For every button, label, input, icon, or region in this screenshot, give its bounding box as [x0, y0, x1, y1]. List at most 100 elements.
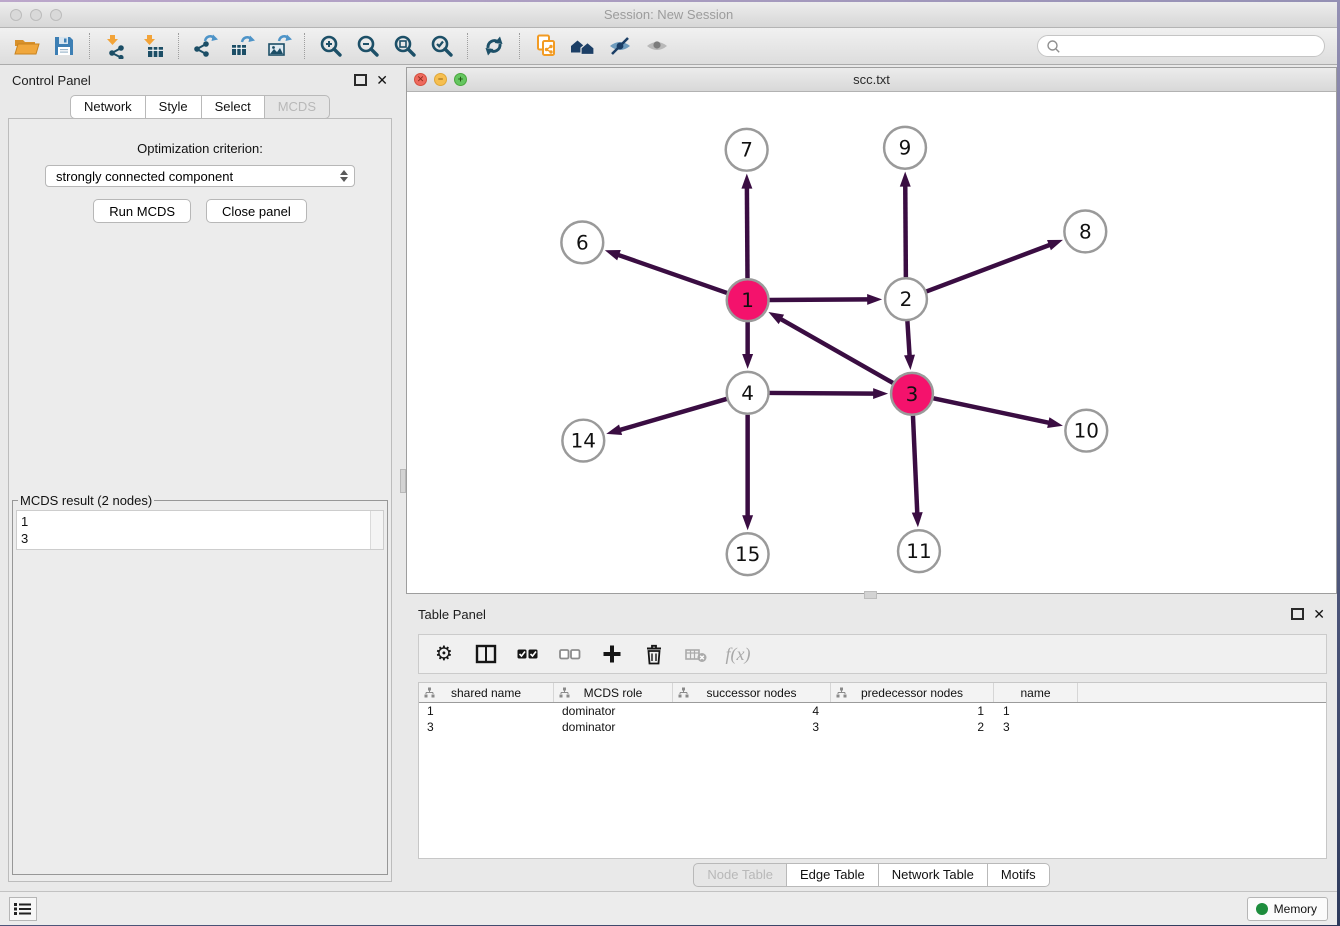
- graph-edge-1-2[interactable]: [770, 299, 870, 300]
- tab-mcds[interactable]: MCDS: [265, 95, 330, 119]
- delete-table-button[interactable]: [683, 641, 709, 667]
- network-minimize-button[interactable]: −: [434, 73, 447, 86]
- delete-column-button[interactable]: [641, 641, 667, 667]
- tree-sort-icon: [678, 687, 689, 698]
- graph-node-label: 8: [1079, 220, 1092, 243]
- tab-node-table[interactable]: Node Table: [693, 863, 787, 887]
- zoom-window-button[interactable]: [50, 9, 62, 21]
- column-header-shared-name[interactable]: shared name: [419, 683, 554, 702]
- network-graph-svg[interactable]: 1234678910111415: [407, 92, 1336, 593]
- graph-edge-3-11[interactable]: [913, 416, 917, 515]
- export-image-button[interactable]: [260, 31, 297, 61]
- result-scrollbar-track[interactable]: [370, 511, 383, 549]
- divider-handle[interactable]: [400, 469, 406, 493]
- add-column-button[interactable]: [599, 641, 625, 667]
- cell-name[interactable]: 3: [994, 720, 1078, 734]
- graph-edge-4-3[interactable]: [770, 393, 876, 394]
- close-table-panel-button[interactable]: ✕: [1313, 607, 1325, 621]
- first-neighbors-button[interactable]: [564, 31, 601, 61]
- close-window-button[interactable]: [10, 9, 22, 21]
- criterion-select[interactable]: strongly connected component: [45, 165, 355, 187]
- column-header-mcds-role[interactable]: MCDS role: [554, 683, 673, 702]
- task-history-button[interactable]: [9, 897, 37, 921]
- graph-edge-1-6[interactable]: [617, 255, 727, 293]
- table-panel: Table Panel ✕ ⚙: [406, 599, 1337, 891]
- search-icon: [1046, 39, 1060, 53]
- network-window-titlebar[interactable]: ✕ − + scc.txt: [407, 68, 1336, 92]
- table-row[interactable]: 3 dominator 3 2 3: [419, 719, 1326, 735]
- open-session-button[interactable]: [8, 31, 45, 61]
- search-box[interactable]: [1037, 35, 1325, 57]
- import-table-button[interactable]: [134, 31, 171, 61]
- main-area: Control Panel ✕ Network Style Select MCD…: [0, 65, 1337, 891]
- tab-motifs[interactable]: Motifs: [988, 863, 1050, 887]
- horizontal-splitter[interactable]: [406, 594, 1337, 599]
- zoom-fit-button[interactable]: [386, 31, 423, 61]
- network-close-button[interactable]: ✕: [414, 73, 427, 86]
- houses-icon: [569, 33, 597, 59]
- cell-mcds-role[interactable]: dominator: [554, 704, 673, 718]
- table-settings-button[interactable]: ⚙: [431, 641, 457, 667]
- graph-edge-1-7[interactable]: [747, 187, 748, 279]
- graph-edge-3-10[interactable]: [933, 398, 1050, 423]
- tab-edge-table[interactable]: Edge Table: [787, 863, 879, 887]
- float-table-panel-button[interactable]: [1291, 608, 1304, 620]
- memory-button[interactable]: Memory: [1247, 897, 1328, 921]
- tab-network-table[interactable]: Network Table: [879, 863, 988, 887]
- table-row[interactable]: 1 dominator 4 1 1: [419, 703, 1326, 719]
- graph-edge-2-3[interactable]: [907, 321, 909, 357]
- import-network-button[interactable]: [97, 31, 134, 61]
- network-zoom-button[interactable]: +: [454, 73, 467, 86]
- close-panel-button-mcds[interactable]: Close panel: [206, 199, 307, 223]
- graph-edge-2-9[interactable]: [905, 185, 906, 278]
- graph-edge-3-1[interactable]: [780, 318, 893, 383]
- cell-successor-nodes[interactable]: 4: [673, 704, 831, 718]
- cell-name[interactable]: 1: [994, 704, 1078, 718]
- splitter-handle[interactable]: [864, 591, 877, 599]
- cell-mcds-role[interactable]: dominator: [554, 720, 673, 734]
- cell-successor-nodes[interactable]: 3: [673, 720, 831, 734]
- save-session-button[interactable]: [45, 31, 82, 61]
- new-network-from-selection-button[interactable]: [527, 31, 564, 61]
- show-all-button[interactable]: [638, 31, 675, 61]
- split-panel-button[interactable]: [473, 641, 499, 667]
- cell-predecessor-nodes[interactable]: 2: [831, 720, 994, 734]
- float-panel-button[interactable]: [354, 74, 367, 86]
- window-title: Session: New Session: [0, 7, 1337, 22]
- export-table-button[interactable]: [223, 31, 260, 61]
- column-label: name: [1020, 686, 1050, 700]
- zoom-selected-button[interactable]: [423, 31, 460, 61]
- run-mcds-button[interactable]: Run MCDS: [93, 199, 191, 223]
- toolbar-separator: [304, 33, 305, 59]
- minimize-window-button[interactable]: [30, 9, 42, 21]
- hide-selected-button[interactable]: [601, 31, 638, 61]
- control-panel-title: Control Panel: [12, 73, 91, 88]
- select-all-button[interactable]: [515, 641, 541, 667]
- cell-shared-name[interactable]: 1: [419, 704, 554, 718]
- mcds-result-area[interactable]: 1 3: [16, 510, 384, 550]
- tab-network[interactable]: Network: [70, 95, 146, 119]
- column-header-predecessor-nodes[interactable]: predecessor nodes: [831, 683, 994, 702]
- cell-predecessor-nodes[interactable]: 1: [831, 704, 994, 718]
- zoom-out-button[interactable]: [349, 31, 386, 61]
- panel-divider[interactable]: [400, 65, 406, 891]
- close-panel-button[interactable]: ✕: [376, 73, 388, 87]
- tab-style[interactable]: Style: [146, 95, 202, 119]
- graph-edge-2-8[interactable]: [927, 244, 1051, 291]
- export-network-button[interactable]: [186, 31, 223, 61]
- zoom-in-icon: [318, 33, 344, 59]
- trash-icon: [642, 642, 666, 666]
- graph-edge-4-14[interactable]: [619, 399, 727, 430]
- function-builder-button[interactable]: f(x): [725, 641, 751, 667]
- deselect-all-button[interactable]: [557, 641, 583, 667]
- tab-select[interactable]: Select: [202, 95, 265, 119]
- refresh-button[interactable]: [475, 31, 512, 61]
- window-titlebar: Session: New Session: [0, 2, 1337, 28]
- network-canvas[interactable]: 1234678910111415: [407, 92, 1336, 593]
- cell-shared-name[interactable]: 3: [419, 720, 554, 734]
- search-input[interactable]: [1065, 38, 1316, 54]
- column-header-successor-nodes[interactable]: successor nodes: [673, 683, 831, 702]
- mcds-panel-body: Optimization criterion: strongly connect…: [8, 118, 392, 882]
- column-header-name[interactable]: name: [994, 683, 1078, 702]
- zoom-in-button[interactable]: [312, 31, 349, 61]
